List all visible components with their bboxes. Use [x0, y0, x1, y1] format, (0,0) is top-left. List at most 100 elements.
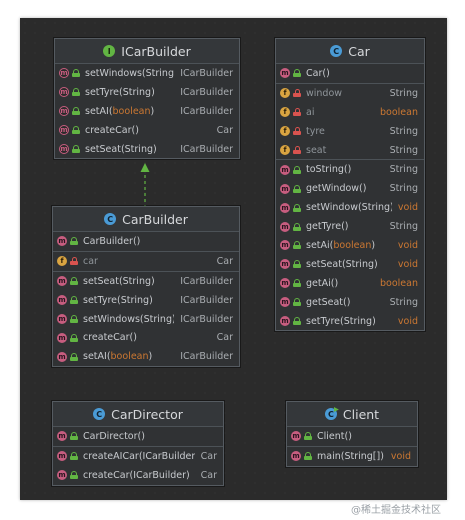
field-row[interactable]: f tyre String: [276, 122, 424, 141]
member-name: car: [83, 255, 98, 267]
method-row[interactable]: m main(String[]) void: [287, 447, 417, 466]
method-icon: m: [280, 278, 290, 289]
public-lock-icon: [293, 260, 301, 269]
public-lock-icon: [70, 277, 78, 286]
member-name: CarBuilder(): [83, 235, 141, 247]
member-name: setWindows(String): [85, 67, 175, 79]
method-row[interactable]: m createCar() Car: [53, 328, 239, 347]
method-row[interactable]: m getAi() boolean: [276, 274, 424, 293]
constructors-section: m CarDirector(): [53, 427, 223, 447]
class-box-carbuilder[interactable]: C CarBuilder m CarBuilder() f car Car m setS…: [52, 206, 240, 368]
class-header: C CarBuilder: [53, 207, 239, 232]
method-row[interactable]: m createCar() Car: [55, 121, 239, 140]
method-row[interactable]: m setTyre(String) ICarBuilder: [55, 83, 239, 102]
method-row[interactable]: m setWindows(String) ICarBuilder: [53, 310, 239, 329]
constructor-row[interactable]: m CarBuilder(): [53, 232, 239, 251]
method-row[interactable]: m createCar(ICarBuilder) Car: [53, 466, 223, 485]
member-name: Client(): [317, 430, 352, 442]
method-row[interactable]: m setSeat(String) void: [276, 255, 424, 274]
constructor-row[interactable]: m Car(): [276, 64, 424, 83]
public-lock-icon: [293, 203, 301, 212]
method-row[interactable]: m createAICar(ICarBuilder) Car: [53, 447, 223, 466]
class-title: Car: [348, 43, 370, 59]
private-lock-icon: [293, 127, 301, 136]
class-header: I ICarBuilder: [55, 39, 239, 64]
private-lock-icon: [70, 257, 78, 266]
public-lock-icon: [70, 452, 78, 461]
method-icon: m: [280, 240, 290, 251]
abstract-method-icon: m: [59, 106, 69, 117]
class-box-icarbuilder[interactable]: I ICarBuilder m setWindows(String) ICarBui…: [54, 38, 240, 160]
method-icon: m: [280, 221, 290, 232]
private-lock-icon: [293, 146, 301, 154]
method-row[interactable]: m setTyre(String) ICarBuilder: [53, 291, 239, 310]
member-name: setSeat(String): [306, 258, 378, 270]
public-lock-icon: [293, 69, 301, 78]
method-row[interactable]: m setTyre(String) void: [276, 312, 424, 331]
member-type: ICarBuilder: [180, 275, 233, 287]
member-type: String: [389, 164, 418, 176]
private-lock-icon: [293, 89, 301, 98]
field-row[interactable]: f seat String: [276, 141, 424, 160]
member-name: createAICar(ICarBuilder): [83, 450, 195, 462]
member-name: seat: [306, 144, 327, 156]
method-row[interactable]: m setWindow(String) void: [276, 198, 424, 217]
member-name: getSeat(): [306, 296, 351, 308]
class-box-cardirector[interactable]: C CarDirector m CarDirector() m createAICa…: [52, 401, 224, 486]
field-row[interactable]: f ai boolean: [276, 103, 424, 122]
public-lock-icon: [70, 333, 78, 342]
member-type: boolean: [380, 277, 418, 289]
class-icon: C: [93, 408, 106, 420]
runnable-class-icon: C: [324, 408, 337, 420]
method-icon: m: [280, 68, 290, 79]
constructor-row[interactable]: m CarDirector(): [53, 427, 223, 446]
abstract-method-icon: m: [59, 68, 69, 79]
fields-section: f car Car: [53, 252, 239, 272]
member-type: ICarBuilder: [180, 313, 233, 325]
implements-arrowhead: [140, 163, 150, 172]
class-header: C CarDirector: [53, 402, 223, 427]
public-lock-icon: [293, 222, 301, 231]
class-box-car[interactable]: C Car m Car() f window String f ai boolean f tyr…: [275, 38, 425, 332]
member-type: void: [397, 315, 418, 327]
method-icon: m: [291, 451, 301, 462]
method-row[interactable]: m setAI(boolean) ICarBuilder: [53, 347, 239, 366]
class-icon: C: [104, 213, 117, 225]
method-row[interactable]: m setAI(boolean) ICarBuilder: [55, 102, 239, 121]
method-row[interactable]: m setAi(boolean) void: [276, 236, 424, 255]
constructors-section: m Client(): [287, 427, 417, 447]
method-row[interactable]: m getTyre() String: [276, 217, 424, 236]
method-row[interactable]: m toString() String: [276, 160, 424, 179]
method-icon: m: [57, 351, 67, 362]
method-row[interactable]: m setSeat(String) ICarBuilder: [55, 140, 239, 159]
class-box-client[interactable]: C Client m Client() m main(String[]) void: [286, 401, 418, 467]
member-type: String: [389, 183, 418, 195]
method-icon: m: [57, 276, 67, 287]
method-row[interactable]: m getWindow() String: [276, 179, 424, 198]
public-lock-icon: [72, 126, 80, 135]
public-lock-icon: [293, 317, 301, 326]
public-lock-icon: [70, 315, 78, 323]
member-type: String: [389, 125, 418, 137]
method-row[interactable]: m getSeat() String: [276, 293, 424, 312]
member-type: String: [389, 87, 418, 99]
method-row[interactable]: m setSeat(String) ICarBuilder: [53, 272, 239, 291]
member-name: setAI(boolean): [83, 351, 153, 363]
field-row[interactable]: f window String: [276, 84, 424, 103]
field-row[interactable]: f car Car: [53, 252, 239, 271]
private-lock-icon: [293, 108, 301, 117]
member-name: createCar(): [83, 332, 137, 344]
class-header: C Client: [287, 402, 417, 427]
member-type: Car: [200, 450, 217, 462]
member-type: ICarBuilder: [180, 67, 233, 79]
class-title: ICarBuilder: [121, 43, 191, 59]
field-icon: f: [57, 256, 67, 267]
public-lock-icon: [304, 432, 312, 441]
method-row[interactable]: m setWindows(String) ICarBuilder: [55, 64, 239, 83]
constructor-row[interactable]: m Client(): [287, 427, 417, 446]
member-name: getTyre(): [306, 221, 349, 233]
member-type: ICarBuilder: [180, 105, 233, 117]
abstract-method-icon: m: [59, 87, 69, 98]
member-type: ICarBuilder: [180, 143, 233, 155]
member-name: setAi(boolean): [306, 239, 376, 251]
